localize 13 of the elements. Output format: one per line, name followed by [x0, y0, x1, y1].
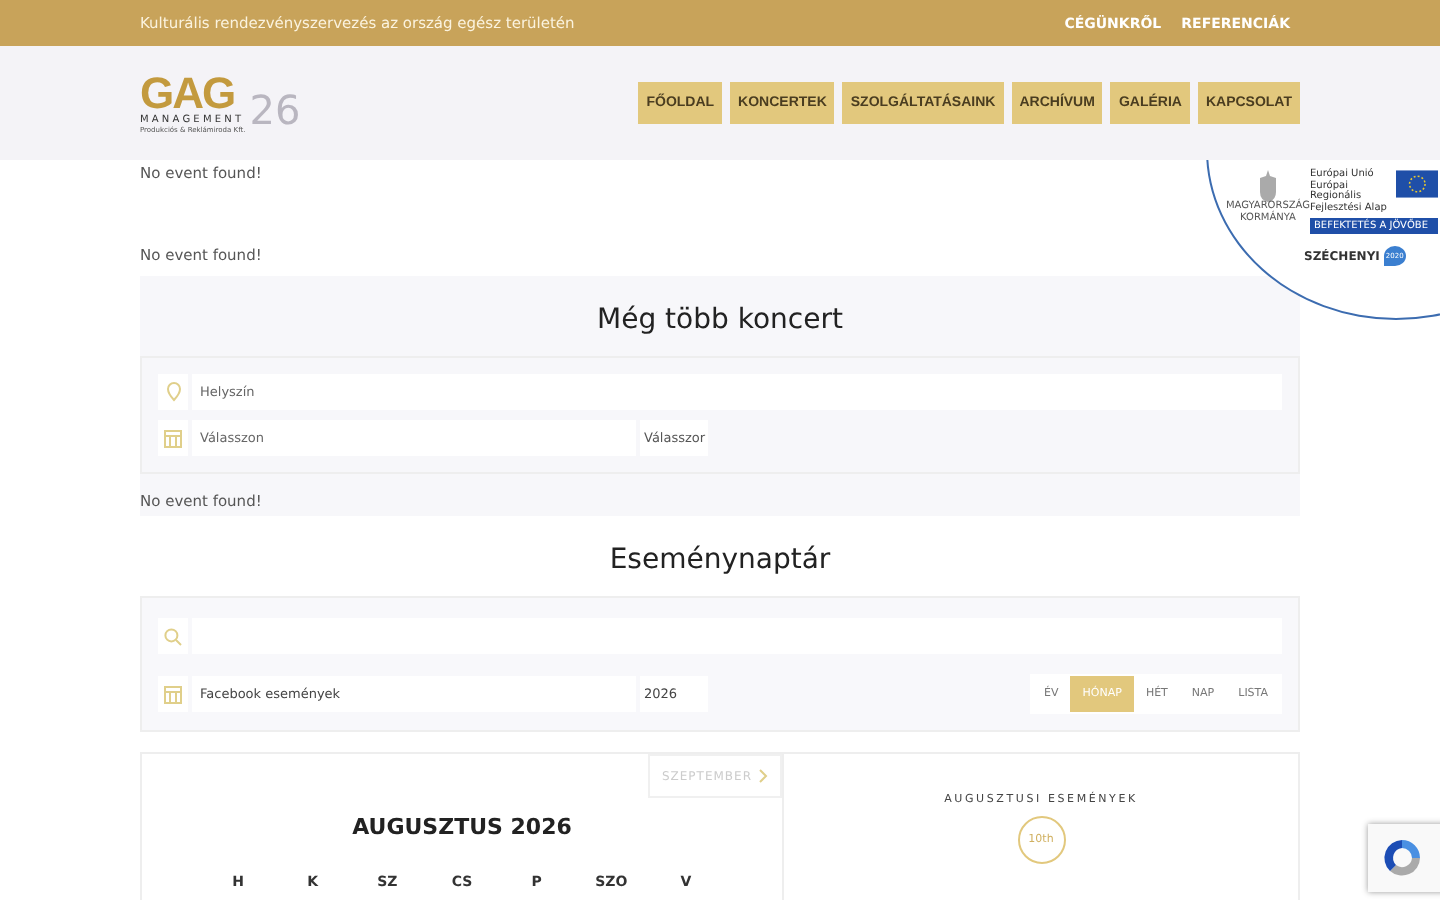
calendar-icon — [158, 676, 188, 712]
search-icon — [158, 618, 188, 654]
section-title: Eseménynaptár — [607, 542, 833, 580]
month-title: AUGUSZTUS 2026 — [352, 812, 572, 840]
section-title: Még több koncert — [595, 302, 845, 340]
logo-year: 26 — [249, 89, 301, 129]
pin-icon — [158, 374, 188, 410]
eu-flag-icon — [1395, 170, 1438, 198]
calendar-icon — [158, 420, 188, 456]
logo-letters: GAG — [140, 73, 235, 113]
recaptcha-icon — [1380, 836, 1424, 880]
chevron-right-icon — [758, 768, 768, 784]
coat-of-arms-icon — [1258, 170, 1278, 202]
